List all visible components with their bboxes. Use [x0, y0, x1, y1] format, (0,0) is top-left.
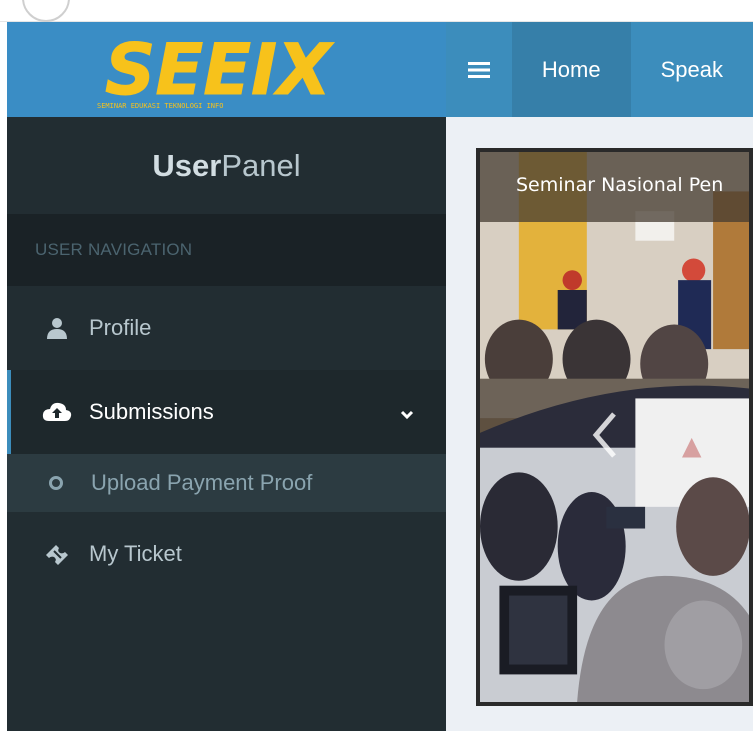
- seeix-logo[interactable]: SEEIX SEMINAR EDUKASI TEKNOLOGI INFO: [87, 28, 377, 112]
- submenu-item-upload-payment-proof[interactable]: Upload Payment Proof: [7, 454, 446, 512]
- top-header: SEEIX SEMINAR EDUKASI TEKNOLOGI INFO Hom…: [7, 22, 753, 117]
- nav-speakers[interactable]: Speak: [631, 22, 753, 117]
- carousel-caption: Seminar Nasional Pen: [516, 174, 724, 196]
- sidebar-item-profile[interactable]: Profile: [7, 286, 446, 370]
- logo-text: SEEIX: [105, 29, 334, 111]
- browser-button[interactable]: [22, 0, 70, 22]
- logo-tagline: SEMINAR EDUKASI TEKNOLOGI INFO: [97, 102, 223, 110]
- ticket-icon: [37, 543, 77, 565]
- nav-home[interactable]: Home: [511, 22, 631, 117]
- image-carousel[interactable]: Seminar Nasional Pen: [476, 148, 753, 706]
- sidebar-title: User Panel: [7, 117, 446, 214]
- sidebar-item-label: Submissions: [89, 399, 214, 424]
- sidebar-item-label: Profile: [89, 315, 152, 340]
- circle-icon: [49, 476, 63, 490]
- sidebar-title-bold: User: [152, 147, 222, 183]
- hamburger-menu-icon[interactable]: [446, 22, 512, 117]
- submenu-item-label: Upload Payment Proof: [91, 470, 313, 495]
- cloud-upload-icon: [37, 401, 77, 423]
- sidebar-section-header: USER NAVIGATION: [7, 214, 446, 286]
- sidebar-item-label: My Ticket: [89, 541, 182, 566]
- browser-top-strip: [0, 0, 753, 22]
- user-icon: [37, 317, 77, 339]
- carousel-prev-icon[interactable]: [590, 410, 620, 471]
- top-navbar: Home Speak: [446, 22, 753, 117]
- sidebar-title-rest: Panel: [221, 147, 301, 183]
- sidebar-item-submissions[interactable]: Submissions: [7, 370, 446, 454]
- sidebar: User Panel USER NAVIGATION Profile Submis…: [7, 117, 446, 731]
- brand-area[interactable]: SEEIX SEMINAR EDUKASI TEKNOLOGI INFO: [7, 22, 446, 117]
- sidebar-item-my-ticket[interactable]: My Ticket: [7, 512, 446, 596]
- chevron-down-icon[interactable]: [400, 400, 414, 426]
